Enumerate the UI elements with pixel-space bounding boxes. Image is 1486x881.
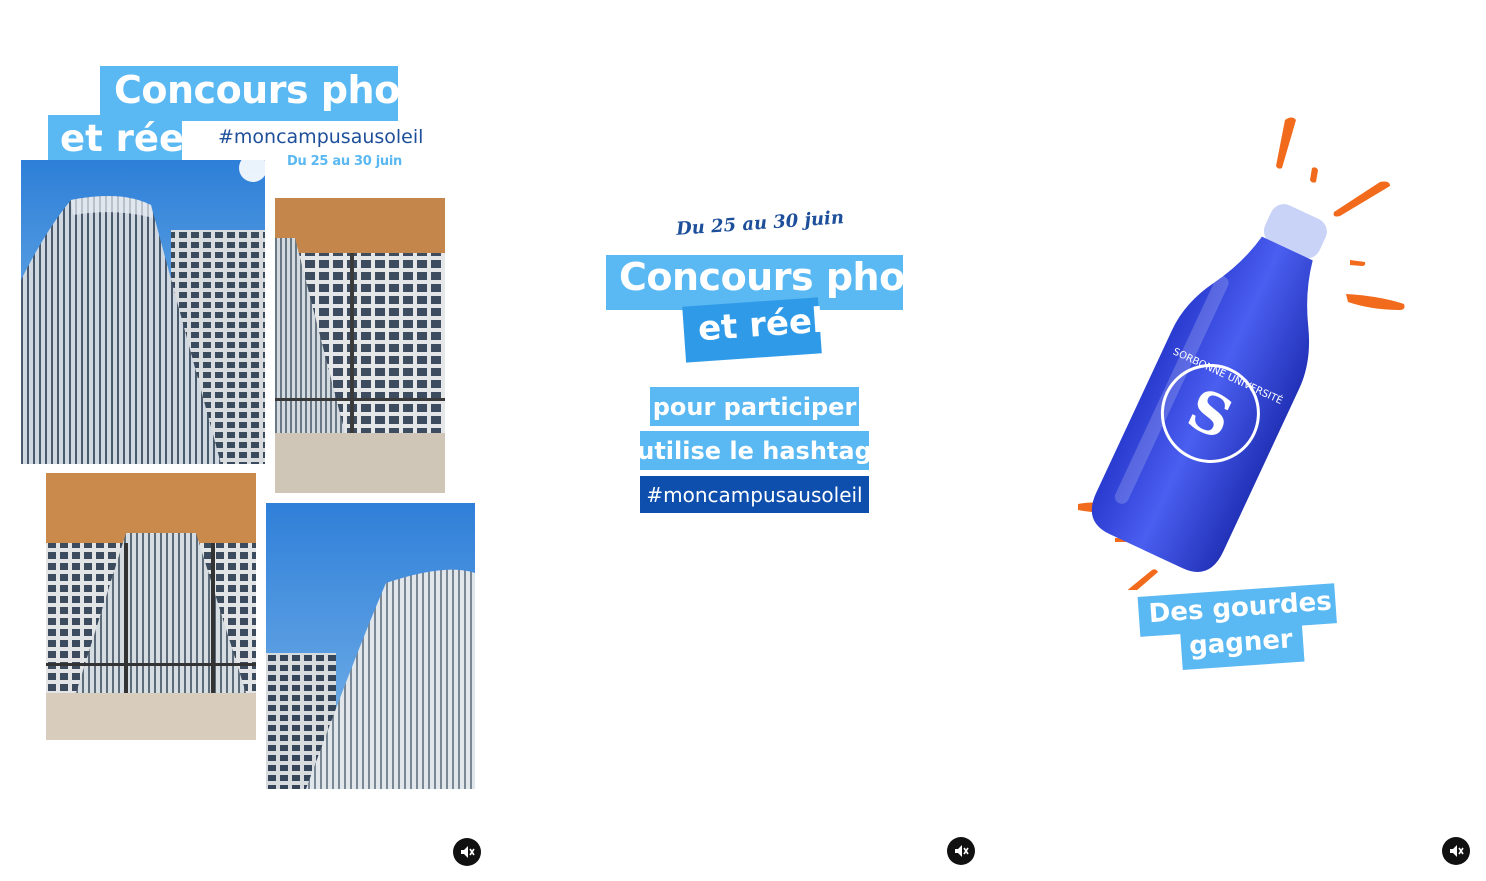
contest-title: Concours photo — [619, 255, 948, 299]
muted-speaker-icon — [461, 846, 475, 858]
mute-toggle-button-2[interactable] — [947, 837, 975, 865]
stories-strip: Concours photo et réel #moncampusausolei… — [0, 0, 1486, 881]
contest-dates: Du 25 au 30 juin — [675, 207, 845, 240]
campus-photo-3 — [46, 473, 256, 740]
contest-title: Concours photo — [114, 68, 443, 112]
hashtag-chip: #moncampusausoleil — [640, 476, 869, 513]
hashtag-text: #moncampusausoleil — [218, 126, 424, 148]
mute-toggle-button-3[interactable] — [1442, 837, 1470, 865]
contest-dates: Du 25 au 30 juin — [287, 154, 402, 169]
instruction-line-1: pour participer — [650, 387, 859, 426]
campus-photo-2 — [275, 198, 445, 493]
campus-photo-1 — [21, 160, 265, 464]
contest-subtitle: et réel — [60, 117, 197, 160]
prize-caption: Des gourdes à gagner ! — [1137, 583, 1359, 673]
water-bottle-illustration: S SORBONNE UNIVERSITÉ — [1060, 110, 1420, 611]
muted-speaker-icon — [955, 845, 969, 857]
muted-speaker-icon — [1450, 845, 1464, 857]
mute-toggle-button-1[interactable] — [453, 838, 481, 866]
campus-photo-4 — [266, 503, 475, 789]
story-panel-1[interactable]: Concours photo et réel #moncampusausolei… — [0, 0, 495, 881]
instruction-line-2: utilise le hashtag — [637, 431, 872, 470]
